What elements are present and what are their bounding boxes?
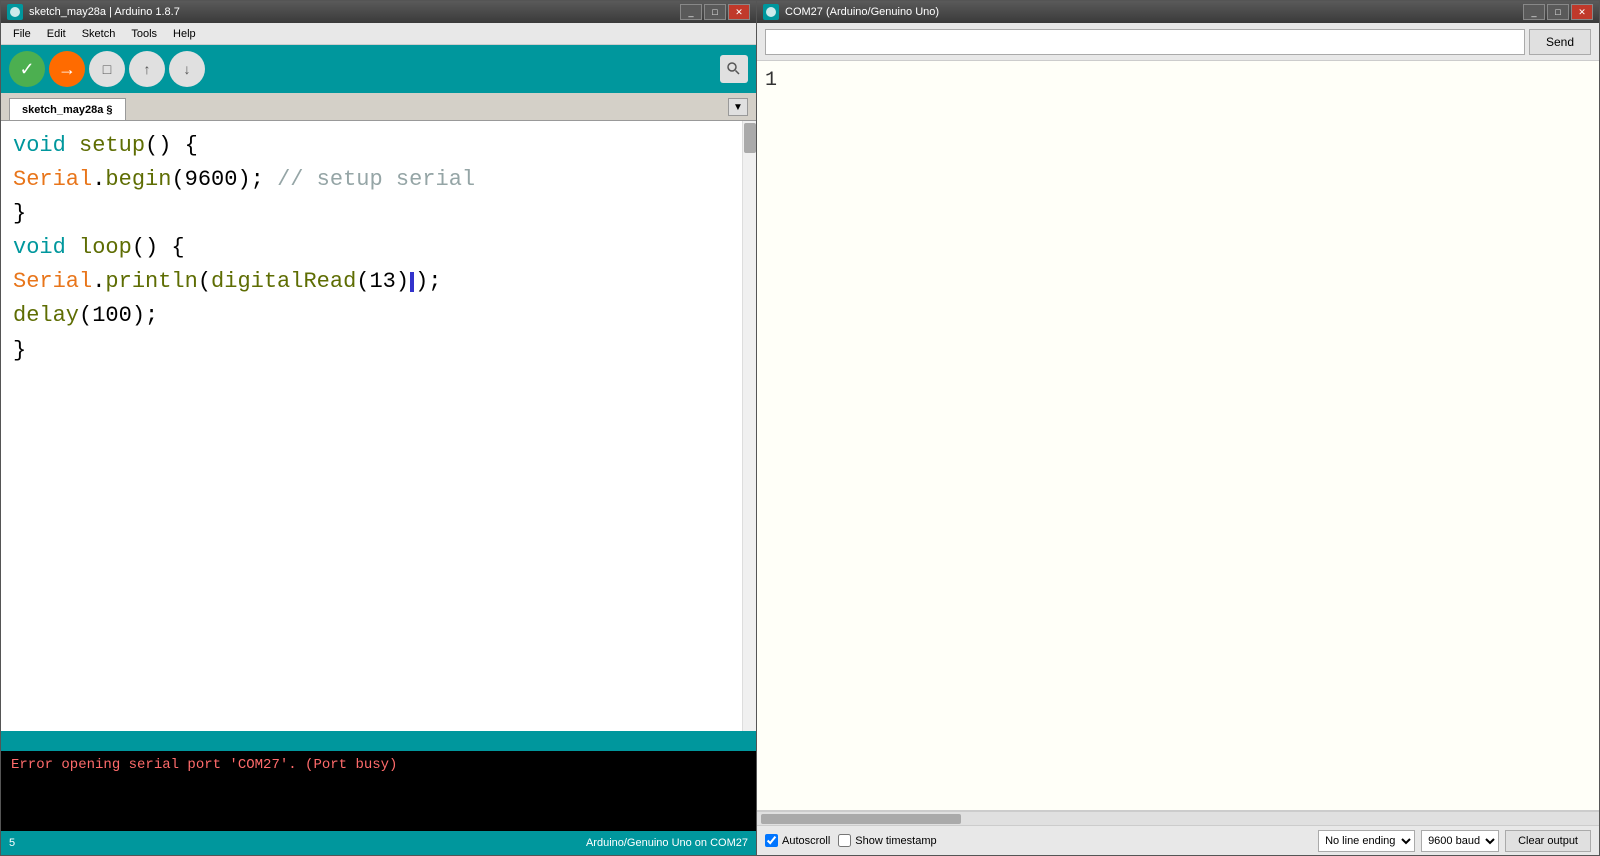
board-port-status: Arduino/Genuino Uno on COM27	[586, 837, 748, 849]
serial-bottom-left: Autoscroll Show timestamp	[765, 834, 937, 847]
serial-output-line: 1	[765, 69, 777, 92]
save-button[interactable]: ↓	[169, 51, 205, 87]
tab-label: sketch_may28a §	[22, 104, 113, 116]
menu-tools[interactable]: Tools	[123, 26, 165, 42]
verify-button[interactable]: ✓	[9, 51, 45, 87]
serial-maximize-button[interactable]: □	[1547, 4, 1569, 20]
console-area: Error opening serial port 'COM27'. (Port…	[1, 751, 756, 831]
tabs-dropdown-button[interactable]: ▼	[728, 98, 748, 116]
close-button[interactable]: ✕	[728, 4, 750, 20]
autoscroll-checkbox[interactable]	[765, 834, 778, 847]
arduino-icon	[7, 4, 23, 20]
scrollbar-thumb[interactable]	[744, 123, 756, 153]
serial-output-area: 1	[757, 61, 1599, 811]
baud-rate-select[interactable]: 9600 baud	[1421, 830, 1499, 852]
maximize-button[interactable]: □	[704, 4, 726, 20]
active-tab[interactable]: sketch_may28a §	[9, 98, 126, 120]
menu-help[interactable]: Help	[165, 26, 204, 42]
show-timestamp-label: Show timestamp	[855, 835, 936, 847]
window-controls: _ □ ✕	[680, 4, 750, 20]
clear-output-button[interactable]: Clear output	[1505, 830, 1591, 852]
serial-title-bar: COM27 (Arduino/Genuino Uno) _ □ ✕	[757, 1, 1599, 23]
error-message: Error opening serial port 'COM27'. (Port…	[11, 757, 746, 773]
new-button[interactable]: □	[89, 51, 125, 87]
line-ending-select[interactable]: No line ending	[1318, 830, 1415, 852]
h-scrollbar-thumb[interactable]	[761, 814, 961, 824]
code-area: void setup() { Serial.begin(9600); // se…	[1, 121, 756, 731]
line-count: 5	[9, 837, 15, 849]
minimize-button[interactable]: _	[680, 4, 702, 20]
serial-minimize-button[interactable]: _	[1523, 4, 1545, 20]
menu-sketch[interactable]: Sketch	[74, 26, 124, 42]
arduino-title-bar: sketch_may28a | Arduino 1.8.7 _ □ ✕	[1, 1, 756, 23]
open-button[interactable]: ↑	[129, 51, 165, 87]
serial-bottom-right: No line ending 9600 baud Clear output	[1318, 830, 1591, 852]
serial-input-row: Send	[757, 23, 1599, 61]
menu-bar: File Edit Sketch Tools Help	[1, 23, 756, 45]
serial-title-text: COM27 (Arduino/Genuino Uno)	[785, 6, 939, 18]
menu-file[interactable]: File	[5, 26, 39, 42]
bottom-status-bar: 5 Arduino/Genuino Uno on COM27	[1, 831, 756, 855]
arduino-ide-window: sketch_may28a | Arduino 1.8.7 _ □ ✕ File…	[0, 0, 757, 856]
serial-input-field[interactable]	[765, 29, 1525, 55]
arduino-title-text: sketch_may28a | Arduino 1.8.7	[29, 6, 180, 18]
autoscroll-checkbox-label[interactable]: Autoscroll	[765, 834, 830, 847]
show-timestamp-checkbox[interactable]	[838, 834, 851, 847]
tabs-dropdown: ▼	[728, 98, 748, 116]
serial-bottom-bar: Autoscroll Show timestamp No line ending…	[757, 825, 1599, 855]
serial-title-left: COM27 (Arduino/Genuino Uno)	[763, 4, 939, 20]
show-timestamp-checkbox-label[interactable]: Show timestamp	[838, 834, 936, 847]
code-editor[interactable]: void setup() { Serial.begin(9600); // se…	[1, 121, 742, 731]
menu-edit[interactable]: Edit	[39, 26, 74, 42]
desktop: sketch_may28a | Arduino 1.8.7 _ □ ✕ File…	[0, 0, 1600, 856]
toolbar-buttons: ✓ → □ ↑ ↓	[9, 51, 205, 87]
serial-icon	[763, 4, 779, 20]
tabs-bar: sketch_may28a § ▼	[1, 93, 756, 121]
serial-close-button[interactable]: ✕	[1571, 4, 1593, 20]
autoscroll-label: Autoscroll	[782, 835, 830, 847]
vertical-scrollbar[interactable]	[742, 121, 756, 731]
title-bar-left: sketch_may28a | Arduino 1.8.7	[7, 4, 180, 20]
status-divider-bar	[1, 731, 756, 751]
upload-button[interactable]: →	[49, 51, 85, 87]
toolbar: ✓ → □ ↑ ↓	[1, 45, 756, 93]
serial-window-controls: _ □ ✕	[1523, 4, 1593, 20]
search-button[interactable]	[720, 55, 748, 83]
horizontal-scrollbar[interactable]	[757, 811, 1599, 825]
serial-monitor-window: COM27 (Arduino/Genuino Uno) _ □ ✕ Send 1	[757, 0, 1600, 856]
send-button[interactable]: Send	[1529, 29, 1591, 55]
